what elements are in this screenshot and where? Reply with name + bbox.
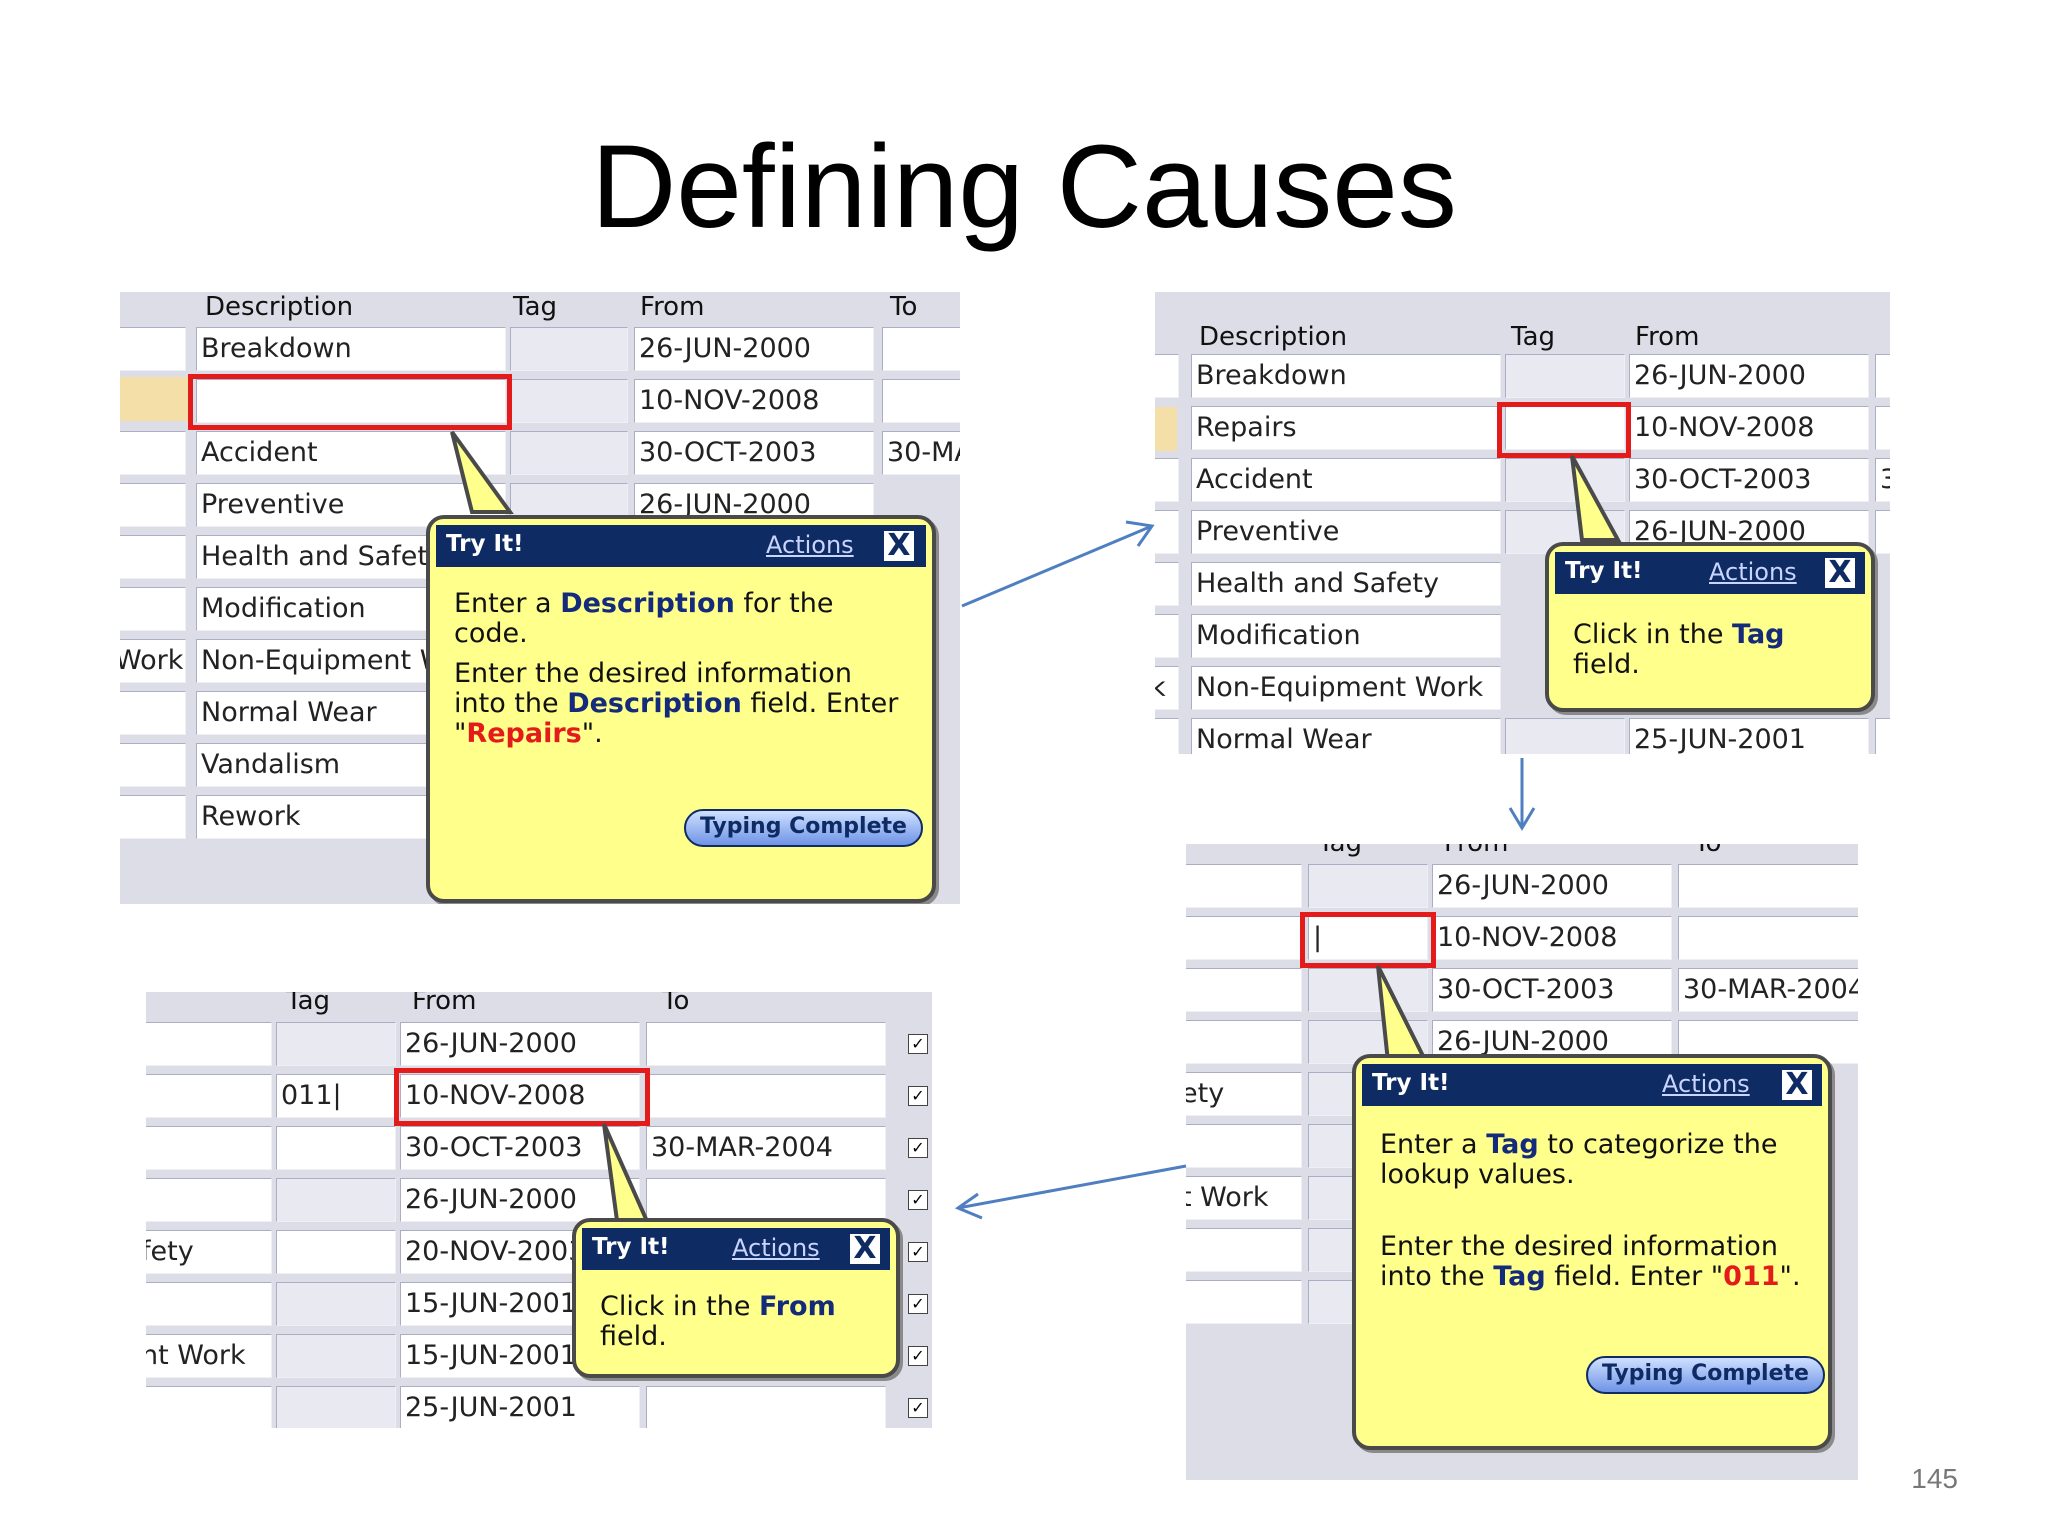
flow-arrows (954, 520, 1536, 1220)
arrow-step-1-to-2 (961, 524, 1153, 608)
arrow-step-3-to-4 (957, 1164, 1187, 1210)
